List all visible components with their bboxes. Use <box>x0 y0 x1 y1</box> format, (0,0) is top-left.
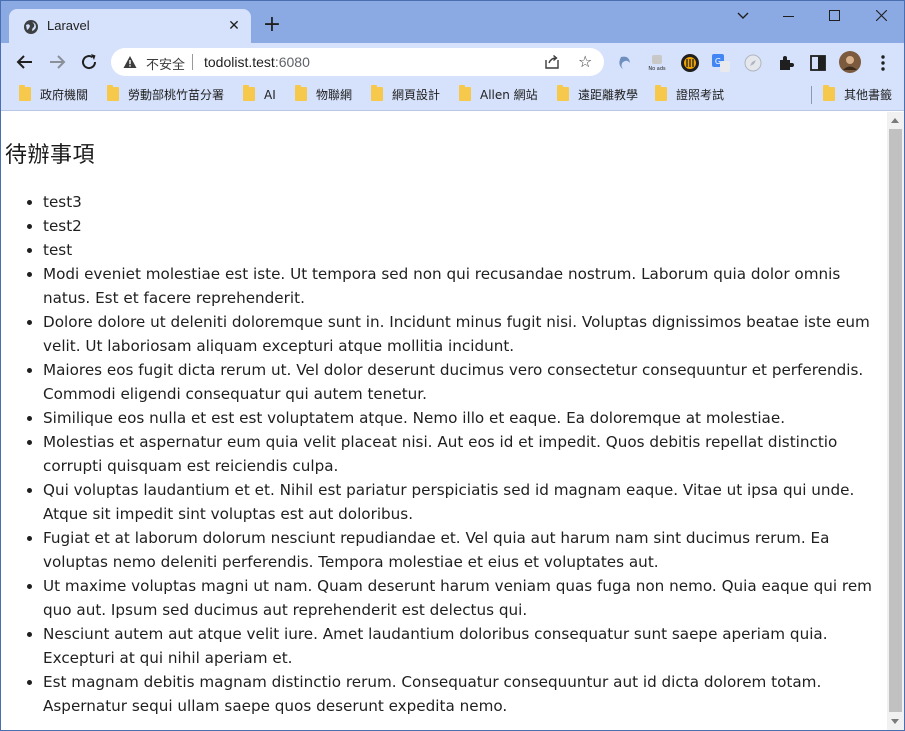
vertical-scrollbar[interactable] <box>887 112 904 730</box>
folder-icon <box>655 85 667 101</box>
browser-window: Laravel ✕ + 不安全 todolist.test:6080 ☆ No … <box>0 0 905 731</box>
todo-item: Molestias et aspernatur eum quia velit p… <box>43 430 883 478</box>
folder-icon <box>295 85 307 101</box>
maximize-button[interactable] <box>814 5 854 27</box>
omnibox-divider <box>192 54 193 70</box>
bookmark-folder[interactable]: 物聯網 <box>295 85 353 105</box>
bookmark-folder[interactable]: 勞動部桃竹苗分署 <box>107 85 225 105</box>
todo-item: test3 <box>43 190 883 214</box>
tab-strip: Laravel ✕ + <box>1 1 904 43</box>
bookmark-label: Allen 網站 <box>480 88 538 102</box>
todo-item: test2 <box>43 214 883 238</box>
todo-item: Fugiat et at laborum dolorum nesciunt re… <box>43 526 883 574</box>
globe-icon <box>24 20 38 34</box>
tab-search-button[interactable] <box>723 5 763 27</box>
tab-title: Laravel <box>47 18 90 33</box>
warning-icon[interactable] <box>123 55 137 69</box>
compass-icon[interactable] <box>743 53 763 73</box>
share-icon[interactable] <box>544 54 560 70</box>
folder-icon <box>243 85 255 101</box>
bookmark-label: 其他書籤 <box>844 88 893 102</box>
bookmark-folder[interactable]: 政府機關 <box>19 85 89 105</box>
no-ads-icon[interactable]: No ads <box>647 53 667 73</box>
bookmark-folder[interactable]: 證照考試 <box>655 85 725 105</box>
address-bar[interactable]: 不安全 todolist.test:6080 ☆ <box>111 48 604 76</box>
bookmark-folder[interactable]: Allen 網站 <box>459 85 538 105</box>
page-viewport: 待辦事項 test3 test2 test Modi eveniet moles… <box>1 112 887 730</box>
folder-icon <box>557 85 569 101</box>
todo-item: Maiores eos fugit dicta rerum ut. Vel do… <box>43 358 883 406</box>
bookmark-label: 物聯網 <box>316 88 353 102</box>
bookmark-folder[interactable]: 網頁設計 <box>371 85 441 105</box>
svg-text:No ads: No ads <box>648 66 666 72</box>
minimize-button[interactable] <box>768 5 808 27</box>
folder-icon <box>371 85 383 101</box>
extension-swirl-icon[interactable] <box>615 53 635 73</box>
bookmark-label: 證照考試 <box>676 88 725 102</box>
new-tab-button[interactable]: + <box>261 14 283 37</box>
profile-avatar[interactable] <box>839 51 861 73</box>
bookmark-label: 網頁設計 <box>392 88 441 102</box>
todo-item: Dolore dolore ut deleniti doloremque sun… <box>43 310 883 358</box>
url-port: :6080 <box>274 54 310 70</box>
security-label[interactable]: 不安全 <box>146 54 185 73</box>
todo-item: Modi eveniet molestiae est iste. Ut temp… <box>43 262 883 310</box>
todo-item: test <box>43 238 883 262</box>
forward-arrow-icon[interactable] <box>45 50 69 74</box>
chevron-down-icon <box>737 12 749 19</box>
todo-item: Similique eos nulla et est est voluptate… <box>43 406 883 430</box>
url-text[interactable]: todolist.test:6080 <box>204 54 310 70</box>
folder-icon <box>823 85 835 101</box>
close-icon <box>875 9 887 22</box>
folder-icon <box>459 85 471 101</box>
close-window-button[interactable] <box>861 5 901 27</box>
tab-close-icon[interactable]: ✕ <box>225 17 243 35</box>
extension-badge-icon[interactable] <box>680 53 700 73</box>
bookmark-folder[interactable]: AI <box>243 85 276 105</box>
maximize-icon <box>828 10 840 21</box>
side-panel-icon[interactable] <box>808 53 828 73</box>
back-arrow-icon[interactable] <box>13 50 37 74</box>
other-bookmarks-folder[interactable]: 其他書籤 <box>823 85 893 105</box>
folder-icon <box>19 85 31 101</box>
extensions-puzzle-icon[interactable] <box>776 53 796 73</box>
todo-list: test3 test2 test Modi eveniet molestiae … <box>15 190 883 718</box>
minimize-icon <box>782 16 794 17</box>
bookmark-label: 政府機關 <box>40 88 89 102</box>
bookmark-label: 遠距離教學 <box>578 88 639 102</box>
todo-item: Nesciunt autem aut atque velit iure. Ame… <box>43 622 883 670</box>
scroll-down-arrow-icon[interactable] <box>891 719 899 724</box>
url-host: todolist.test <box>204 54 275 70</box>
folder-icon <box>107 85 119 101</box>
todo-item: Est magnam debitis magnam distinctio rer… <box>43 670 883 718</box>
google-translate-icon[interactable]: G <box>711 53 731 73</box>
bookmark-star-icon[interactable]: ☆ <box>578 53 592 71</box>
scroll-up-arrow-icon[interactable] <box>891 118 899 123</box>
page-title: 待辦事項 <box>5 143 96 168</box>
todo-item: Qui voluptas laudantium et et. Nihil est… <box>43 478 883 526</box>
scrollbar-thumb[interactable] <box>889 129 902 712</box>
bookmark-folder[interactable]: 遠距離教學 <box>557 85 639 105</box>
more-menu-icon[interactable] <box>873 53 893 73</box>
reload-icon[interactable] <box>77 50 101 74</box>
browser-toolbar: 不安全 todolist.test:6080 ☆ No ads G <box>1 43 904 81</box>
tab-laravel[interactable]: Laravel ✕ <box>9 9 251 43</box>
todo-item: Ut maxime voluptas magni ut nam. Quam de… <box>43 574 883 622</box>
bookmark-label: 勞動部桃竹苗分署 <box>128 88 225 102</box>
bookmarks-bar: 政府機關 勞動部桃竹苗分署 AI 物聯網 網頁設計 Allen 網站 遠距離教學… <box>1 81 904 111</box>
bookmark-label: AI <box>264 88 276 102</box>
bookmarks-divider <box>811 86 812 104</box>
